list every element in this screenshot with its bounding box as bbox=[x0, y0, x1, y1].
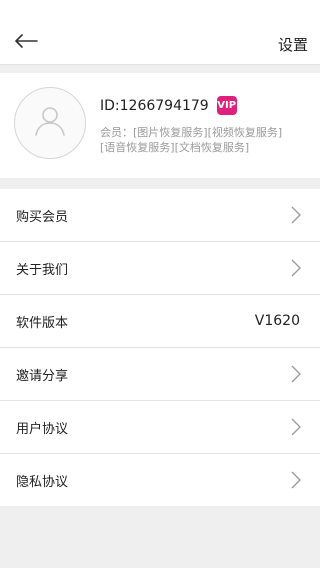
member-services-line1: 会员：[图片恢复服务][视频恢复服务] bbox=[100, 126, 283, 139]
menu-item-invite-share[interactable]: 邀请分享 bbox=[0, 348, 320, 401]
menu-item-label: 用户协议 bbox=[16, 421, 69, 437]
menu-item-label: 软件版本 bbox=[16, 315, 69, 331]
chevron-right-icon bbox=[290, 364, 302, 384]
member-services-line2: [语音恢复服务][文档恢复服务] bbox=[100, 141, 250, 154]
top-bar: 设置 bbox=[0, 0, 320, 65]
member-services: 会员：[图片恢复服务][视频恢复服务] [语音恢复服务][文档恢复服务] bbox=[100, 125, 306, 155]
profile-card: ID:1266794179 VIP 会员：[图片恢复服务][视频恢复服务] [语… bbox=[0, 73, 320, 178]
user-id: ID:1266794179 bbox=[100, 97, 209, 114]
menu-item-user-agreement[interactable]: 用户协议 bbox=[0, 401, 320, 454]
menu-item-privacy-policy[interactable]: 隐私协议 bbox=[0, 454, 320, 506]
menu-item-about-us[interactable]: 关于我们 bbox=[0, 242, 320, 295]
arrow-left-icon bbox=[14, 33, 38, 52]
menu-item-label: 关于我们 bbox=[16, 262, 69, 278]
menu-item-label: 购买会员 bbox=[16, 209, 69, 225]
version-value: V1620 bbox=[254, 313, 300, 329]
menu-item-label: 隐私协议 bbox=[16, 474, 69, 490]
back-button[interactable] bbox=[10, 28, 42, 56]
chevron-right-icon bbox=[290, 417, 302, 437]
menu-item-buy-membership[interactable]: 购买会员 bbox=[0, 189, 320, 242]
page-title: 设置 bbox=[277, 36, 308, 54]
menu-item-software-version: 软件版本 V1620 bbox=[0, 295, 320, 348]
menu-item-label: 邀请分享 bbox=[16, 368, 69, 384]
settings-menu: 购买会员 关于我们 软件版本 V1620 邀请分享 用户协议 隐私协议 bbox=[0, 189, 320, 506]
avatar[interactable] bbox=[14, 87, 86, 159]
user-avatar-icon bbox=[30, 101, 70, 145]
vip-badge: VIP bbox=[216, 96, 237, 115]
chevron-right-icon bbox=[290, 205, 302, 225]
user-id-row: ID:1266794179 VIP bbox=[100, 96, 237, 115]
chevron-right-icon bbox=[290, 258, 302, 278]
chevron-right-icon bbox=[290, 470, 302, 490]
